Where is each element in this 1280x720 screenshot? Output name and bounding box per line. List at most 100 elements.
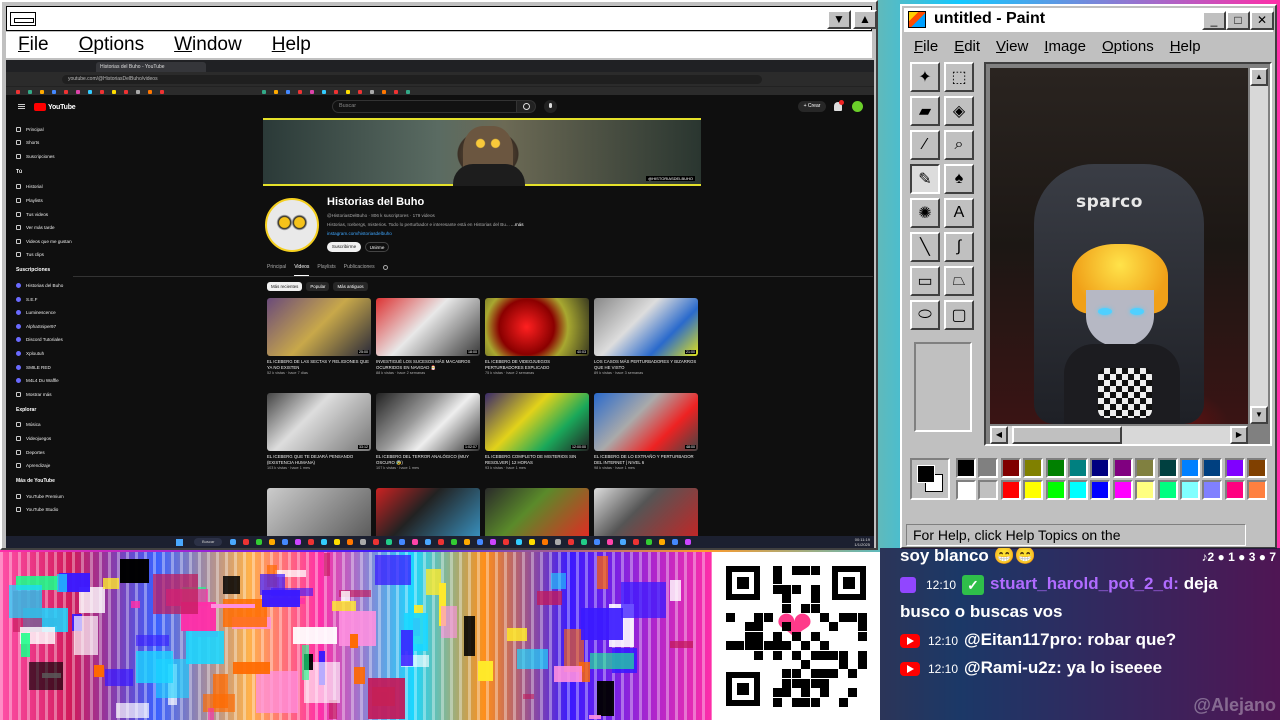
rounded-rect-tool-icon[interactable]: ▢ [944,300,974,330]
video-thumbnail[interactable]: 48:00 [594,393,698,451]
paint-menu-help[interactable]: Help [1170,38,1201,55]
vertical-scrollbar[interactable]: ▲ ▼ [1250,68,1268,424]
scroll-left-arrow-icon[interactable]: ◀ [990,426,1008,444]
bookmark-icon[interactable] [40,90,44,94]
sidebar-item-you[interactable]: Playlists [16,195,43,205]
channel-avatar[interactable] [265,198,319,252]
video-card[interactable]: 33:12 EL ICEBERG QUE TE DEJARÁ PENSANDO (… [267,393,371,470]
drawing-canvas[interactable]: sparco [990,68,1248,424]
bookmark-icon[interactable] [148,90,152,94]
bookmark-icon[interactable] [100,90,104,94]
video-title[interactable]: EL ICEBERG DEL TERROR ANALÓGICO (MUY OSC… [376,454,480,465]
url-field[interactable]: youtube.com/@HistoriasDelBuho/videos [62,75,762,84]
brush-icon[interactable]: ♠ [944,164,974,194]
pencil-icon[interactable]: ✎ [910,164,940,194]
bookmark-icon[interactable] [322,90,326,94]
video-title[interactable]: INVESTIGUÉ LOS SUCESOS MÁS MACABROS OCUR… [376,359,480,370]
sidebar-item-sub[interactable]: SMILE RED [16,362,51,372]
airbrush-icon[interactable]: ✺ [910,198,940,228]
taskbar-app-icon[interactable] [412,539,418,545]
color-swatch[interactable] [1135,458,1156,478]
chat-username[interactable]: @Rami-u2z: [964,658,1062,677]
sidebar-item-you[interactable]: Tus clips [16,250,44,260]
rect-select-icon[interactable]: ⬚ [944,62,974,92]
sidebar-item-main[interactable]: Principal [16,124,44,134]
search-icon[interactable] [516,100,536,113]
taskbar-app-icon[interactable] [568,539,574,545]
taskbar-app-icon[interactable] [607,539,613,545]
chat-username[interactable]: @Eitan117pro: [964,630,1083,649]
minimize-button[interactable]: ▼ [827,10,851,29]
taskbar-app-icon[interactable] [243,539,249,545]
scroll-right-arrow-icon[interactable]: ▶ [1230,426,1248,444]
color-swatch[interactable] [1112,458,1133,478]
video-thumbnail[interactable]: 40:03 [485,298,589,356]
taskbar-app-icon[interactable] [477,539,483,545]
menu-window[interactable]: Window [174,34,242,56]
sidebar-item-more[interactable]: YouTube Studio [16,505,58,515]
bookmark-icon[interactable] [370,90,374,94]
sidebar-item-sub[interactable]: Luminescence [16,308,56,318]
sidebar-item-you[interactable]: Videos que me gustan [16,236,72,246]
avatar[interactable] [852,101,863,112]
taskbar-app-icon[interactable] [438,539,444,545]
channel-description[interactable]: Historias, Icebergs, misterios. Todo lo … [327,222,524,227]
taskbar-app-icon[interactable] [373,539,379,545]
taskbar-app-icon[interactable] [451,539,457,545]
color-swatch[interactable] [1180,458,1200,478]
scroll-thumb[interactable] [1012,426,1122,444]
color-swatch[interactable] [1000,480,1021,500]
tab-videos[interactable]: Videos [294,264,310,276]
windows-start-icon[interactable] [176,539,183,546]
bookmark-icon[interactable] [52,90,56,94]
sidebar-item-you[interactable]: Ver más tarde [16,223,55,233]
video-title[interactable]: LOS CASOS MÁS PERTURBADORES Y BIZARROS Q… [594,359,698,370]
taskbar-app-icon[interactable] [347,539,353,545]
bookmark-icon[interactable] [112,90,116,94]
bookmark-icon[interactable] [64,90,68,94]
youtube-logo[interactable]: YouTube [34,102,76,112]
taskbar-app-icon[interactable] [620,539,626,545]
bookmark-icon[interactable] [76,90,80,94]
color-swatch[interactable] [1202,458,1223,478]
sidebar-item-sub[interactable]: S.E.F [16,294,38,304]
video-card[interactable]: 25:00 EL ICEBERG DE LAS SECTAS Y RELIGION… [267,298,371,375]
taskbar-app-icon[interactable] [425,539,431,545]
taskbar-app-icon[interactable] [685,539,691,545]
video-title[interactable]: EL ICEBERG COMPLETO DE MISTERIOS SIN RES… [485,454,589,465]
color-swatch[interactable] [1202,480,1223,500]
bookmark-icon[interactable] [310,90,314,94]
color-swatch[interactable] [1045,480,1066,500]
paint-app-icon[interactable] [908,11,926,28]
sidebar-item-main[interactable]: Suscripciones [16,151,55,161]
bookmark-icon[interactable] [136,90,140,94]
taskbar-app-icon[interactable] [503,539,509,545]
video-card[interactable]: 40:03 EL ICEBERG DE VIDEOJUEGOS PERTURBAD… [485,298,589,375]
sidebar-item-explore[interactable]: Aprendizaje [16,461,50,471]
taskbar-app-icon[interactable] [308,539,314,545]
eraser-icon[interactable]: ▰ [910,96,940,126]
sidebar-item-sub[interactable]: Xploutuh [16,348,44,358]
line-tool-icon[interactable]: ╲ [910,232,940,262]
taskbar-app-icon[interactable] [672,539,678,545]
taskbar-app-icon[interactable] [646,539,652,545]
magnifier-icon[interactable]: ⌕ [944,130,974,160]
polygon-tool-icon[interactable]: ⏢ [944,266,974,296]
video-thumbnail[interactable]: 25:00 [267,298,371,356]
bookmark-icon[interactable] [28,90,32,94]
paint-menu-edit[interactable]: Edit [954,38,980,55]
color-swatch[interactable] [1023,458,1044,478]
taskbar-app-icon[interactable] [516,539,522,545]
tab-principal[interactable]: Principal [267,264,286,276]
taskbar-app-icon[interactable] [282,539,288,545]
taskbar-app-icon[interactable] [230,539,236,545]
video-title[interactable]: EL ICEBERG QUE TE DEJARÁ PENSANDO (EXIST… [267,454,371,465]
bookmark-icon[interactable] [358,90,362,94]
taskbar-app-icon[interactable] [334,539,340,545]
color-swatch[interactable] [1135,480,1156,500]
sidebar-item-more[interactable]: YouTube Premium [16,491,64,501]
fill-bucket-icon[interactable]: ◈ [944,96,974,126]
bookmark-icon[interactable] [334,90,338,94]
taskbar-app-icon[interactable] [490,539,496,545]
color-swatch[interactable] [1247,480,1268,500]
